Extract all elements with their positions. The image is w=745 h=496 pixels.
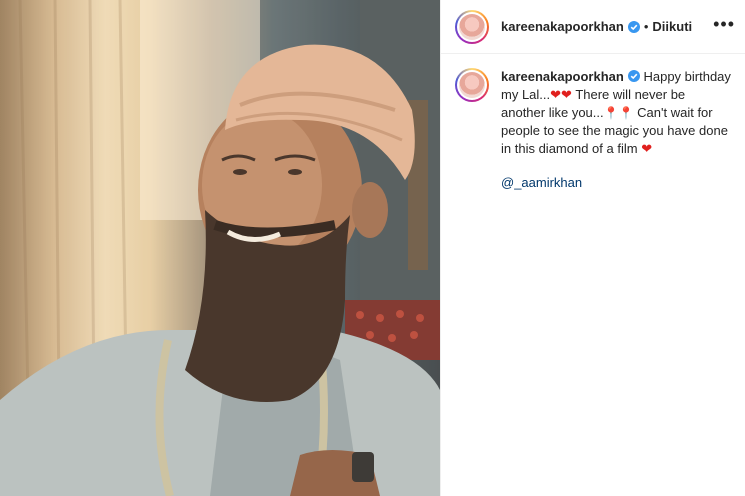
- heart-emoji-icon: ❤: [550, 87, 562, 102]
- heart-emoji-icon: ❤: [561, 87, 572, 102]
- post-photo[interactable]: [0, 0, 440, 496]
- caption-username[interactable]: kareenakapoorkhan: [501, 69, 624, 84]
- mention-link[interactable]: @_aamirkhan: [501, 174, 731, 192]
- more-options-icon[interactable]: •••: [713, 15, 735, 39]
- caption-profile-picture: [459, 72, 485, 98]
- heart-emoji-icon: ❤: [641, 141, 653, 156]
- separator-dot: •: [643, 19, 649, 34]
- post-header: kareenakapoorkhan • Diikuti •••: [441, 0, 745, 54]
- post-username[interactable]: kareenakapoorkhan: [501, 19, 624, 34]
- caption-text: kareenakapoorkhan Happy birthday my Lal.…: [501, 68, 731, 192]
- caption-avatar[interactable]: [455, 68, 489, 102]
- profile-avatar[interactable]: [455, 9, 489, 44]
- post-photo-illustration: [0, 0, 440, 496]
- pin-emoji-icon: 📍: [603, 106, 619, 120]
- following-button[interactable]: Diikuti: [652, 19, 692, 34]
- verified-badge-icon: [627, 20, 640, 33]
- caption-verified-icon: [627, 70, 640, 82]
- profile-picture: [459, 13, 485, 40]
- post-details-panel: kareenakapoorkhan • Diikuti ••• kareenak…: [440, 0, 745, 496]
- pin-emoji-icon: 📍: [618, 106, 634, 120]
- caption-comment: kareenakapoorkhan Happy birthday my Lal.…: [441, 54, 745, 192]
